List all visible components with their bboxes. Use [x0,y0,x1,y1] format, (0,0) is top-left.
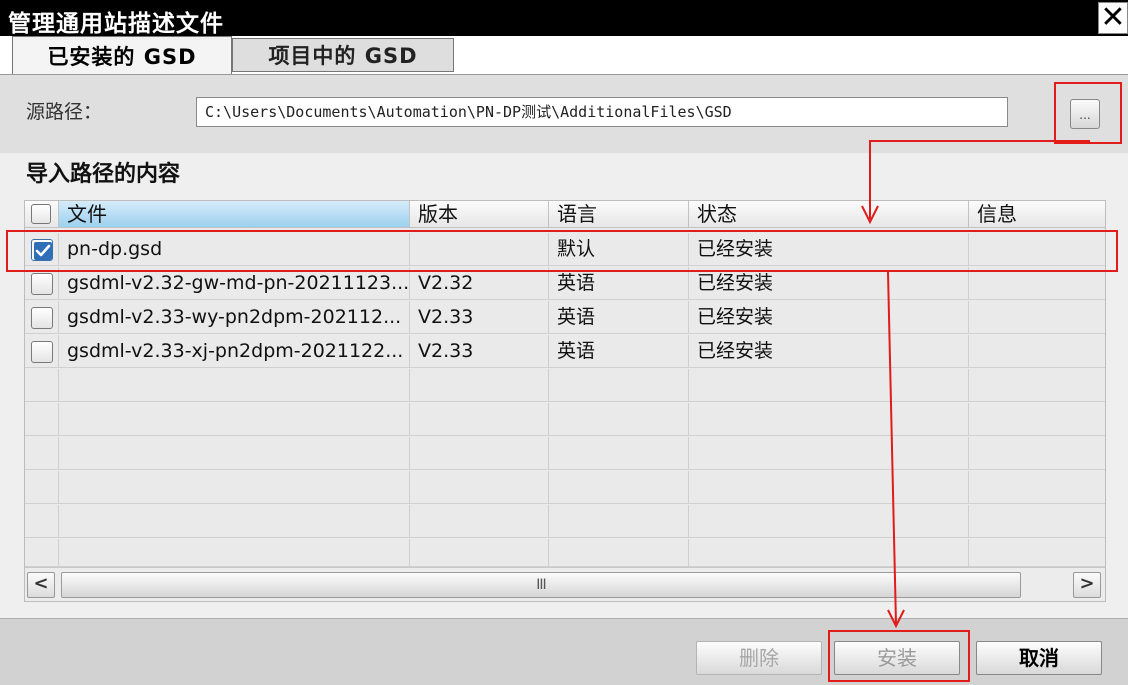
cell-info [969,335,1105,368]
empty-cell [25,471,59,504]
scroll-right-button[interactable]: > [1073,572,1101,598]
tab-strip: 已安装的 GSD 项目中的 GSD [0,36,1128,74]
cell-file: gsdml-v2.33-xj-pn2dpm-2021122... [59,335,410,368]
row-checkbox[interactable] [31,239,53,261]
empty-cell [549,403,689,436]
empty-cell [689,505,969,538]
column-header-version[interactable]: 版本 [410,201,549,227]
scroll-left-button[interactable]: < [27,572,55,598]
cell-status: 已经安装 [689,301,969,334]
table-row[interactable]: gsdml-v2.33-wy-pn2dpm-202112... V2.33 英语… [25,301,1105,334]
cell-version: V2.33 [410,335,549,368]
empty-cell [549,471,689,504]
empty-cell [410,471,549,504]
empty-cell [25,505,59,538]
header-select-all [25,201,59,227]
empty-cell [549,505,689,538]
table-row[interactable]: gsdml-v2.32-gw-md-pn-20211123... V2.32 英… [25,267,1105,300]
close-icon: ✕ [1100,0,1126,35]
table-row[interactable]: pn-dp.gsd 默认 已经安装 [25,233,1105,266]
cell-language: 英语 [549,301,689,334]
cell-file: gsdml-v2.32-gw-md-pn-20211123... [59,267,410,300]
cell-status: 已经安装 [689,335,969,368]
cell-file: gsdml-v2.33-wy-pn2dpm-202112... [59,301,410,334]
empty-cell [410,403,549,436]
source-path-area: 源路径： C:\Users\Documents\Automation\PN-DP… [0,75,1128,154]
row-checkbox[interactable] [31,273,53,295]
empty-cell [25,369,59,402]
empty-cell [59,369,410,402]
empty-cell [59,403,410,436]
empty-row [25,471,1105,504]
cell-version [410,233,549,266]
source-path-label: 源路径： [26,101,103,123]
cell-language: 英语 [549,267,689,300]
empty-cell [59,471,410,504]
row-checkbox[interactable] [31,341,53,363]
cell-status: 已经安装 [689,267,969,300]
empty-cell [549,369,689,402]
table-row[interactable]: gsdml-v2.33-xj-pn2dpm-2021122... V2.33 英… [25,335,1105,368]
table-header: 文件 版本 语言 状态 信息 [25,201,1105,228]
empty-cell [689,471,969,504]
empty-cell [689,437,969,470]
tab-label: 已安装的 GSD [47,44,197,69]
browse-button[interactable]: ... [1070,99,1100,129]
empty-row [25,369,1105,402]
cell-version: V2.33 [410,301,549,334]
empty-cell [410,369,549,402]
grip-icon: III [536,577,546,593]
cell-info [969,233,1105,266]
row-select-cell [25,233,59,266]
row-select-cell [25,267,59,300]
checkmark-icon [34,242,52,260]
empty-cell [59,505,410,538]
empty-row [25,437,1105,470]
cell-language: 英语 [549,335,689,368]
empty-cell [25,403,59,436]
chevron-left-icon: < [33,573,49,594]
column-header-language[interactable]: 语言 [549,201,689,227]
window-title: 管理通用站描述文件 [8,10,224,37]
title-bar: 管理通用站描述文件 ✕ [0,0,1128,37]
row-select-cell [25,301,59,334]
cell-file: pn-dp.gsd [59,233,410,266]
select-all-checkbox[interactable] [31,204,51,224]
empty-cell [59,437,410,470]
dialog-footer: 删除 安装 取消 [0,618,1128,685]
delete-button[interactable]: 删除 [696,641,822,675]
empty-row [25,505,1105,538]
ellipsis-icon: ... [1079,108,1091,122]
cancel-button[interactable]: 取消 [976,641,1102,675]
empty-cell [410,505,549,538]
close-button[interactable]: ✕ [1098,2,1128,34]
cell-info [969,267,1105,300]
source-path-input[interactable]: C:\Users\Documents\Automation\PN-DP测试\Ad… [196,97,1008,127]
empty-cell [689,369,969,402]
column-header-status[interactable]: 状态 [689,201,969,227]
column-header-file[interactable]: 文件 [59,201,410,227]
horizontal-scrollbar[interactable]: < III > [25,567,1105,601]
chevron-right-icon: > [1079,573,1095,594]
cell-status: 已经安装 [689,233,969,266]
empty-cell [689,403,969,436]
cell-language: 默认 [549,233,689,266]
empty-cell [410,437,549,470]
gsd-table: 文件 版本 语言 状态 信息 pn-dp.gsd 默认 已经安装 gsdml-v… [24,200,1106,602]
empty-row [25,539,1105,572]
row-checkbox[interactable] [31,307,53,329]
empty-row [25,403,1105,436]
row-select-cell [25,335,59,368]
cell-version: V2.32 [410,267,549,300]
column-header-info[interactable]: 信息 [969,201,1105,227]
tab-project-gsd[interactable]: 项目中的 GSD [232,38,454,72]
section-title: 导入路径的内容 [26,162,181,187]
tab-label: 项目中的 GSD [268,44,418,68]
tab-installed-gsd[interactable]: 已安装的 GSD [12,36,232,74]
empty-cell [549,437,689,470]
cell-info [969,301,1105,334]
scroll-thumb[interactable]: III [61,572,1021,598]
install-button[interactable]: 安装 [834,641,960,675]
empty-cell [25,437,59,470]
